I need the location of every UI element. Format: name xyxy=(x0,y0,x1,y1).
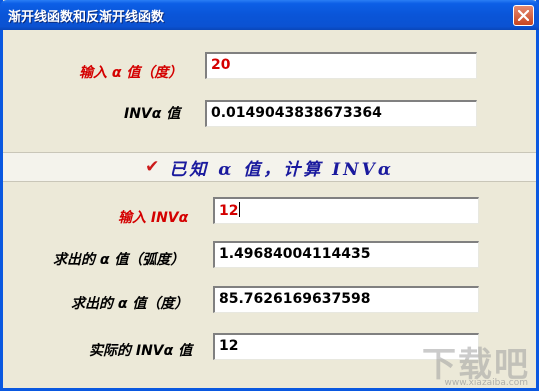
close-icon xyxy=(518,10,529,21)
actual-inv-label: 实际的 INVα 值 xyxy=(89,343,193,359)
text-caret xyxy=(239,202,241,217)
alpha-rad-value: 1.49684004114435 xyxy=(219,246,371,262)
window-title: 渐开线函数和反渐开线函数 xyxy=(8,10,165,25)
alpha-deg-value: 85.7626169637598 xyxy=(219,291,371,307)
mode-section-text: 已知 α 值，计算 INVα xyxy=(169,159,394,180)
input-inv-value: 12 xyxy=(219,203,239,219)
alpha-deg-label: 求出的 α 值（度） xyxy=(71,296,189,312)
check-icon: ✔ xyxy=(145,157,160,177)
inv-label: INVα 值 xyxy=(124,106,181,122)
inv-value-field[interactable]: 0.0149043838673364 xyxy=(205,100,477,127)
input-inv-field[interactable]: 12 xyxy=(213,197,479,224)
title-bar[interactable]: 渐开线函数和反渐开线函数 xyxy=(0,0,539,30)
alpha-deg-field[interactable]: 85.7626169637598 xyxy=(213,286,479,313)
actual-inv-value: 12 xyxy=(219,338,239,354)
input-alpha-value: 20 xyxy=(211,57,231,73)
alpha-rad-label: 求出的 α 值（弧度） xyxy=(53,252,185,268)
watermark-url: www.xiazaiba.com xyxy=(444,378,528,388)
input-inv-label: 输入 INVα xyxy=(118,210,189,226)
inv-value: 0.0149043838673364 xyxy=(211,105,382,121)
mode-section-bar: ✔ 已知 α 值，计算 INVα xyxy=(3,152,536,182)
alpha-rad-field[interactable]: 1.49684004114435 xyxy=(213,241,479,268)
dialog-window: 渐开线函数和反渐开线函数 输入 α 值（度） 20 INVα 值 0.01490… xyxy=(0,0,539,391)
input-alpha-label: 输入 α 值（度） xyxy=(79,65,183,81)
input-alpha-field[interactable]: 20 xyxy=(205,52,477,79)
close-button[interactable] xyxy=(513,5,534,26)
